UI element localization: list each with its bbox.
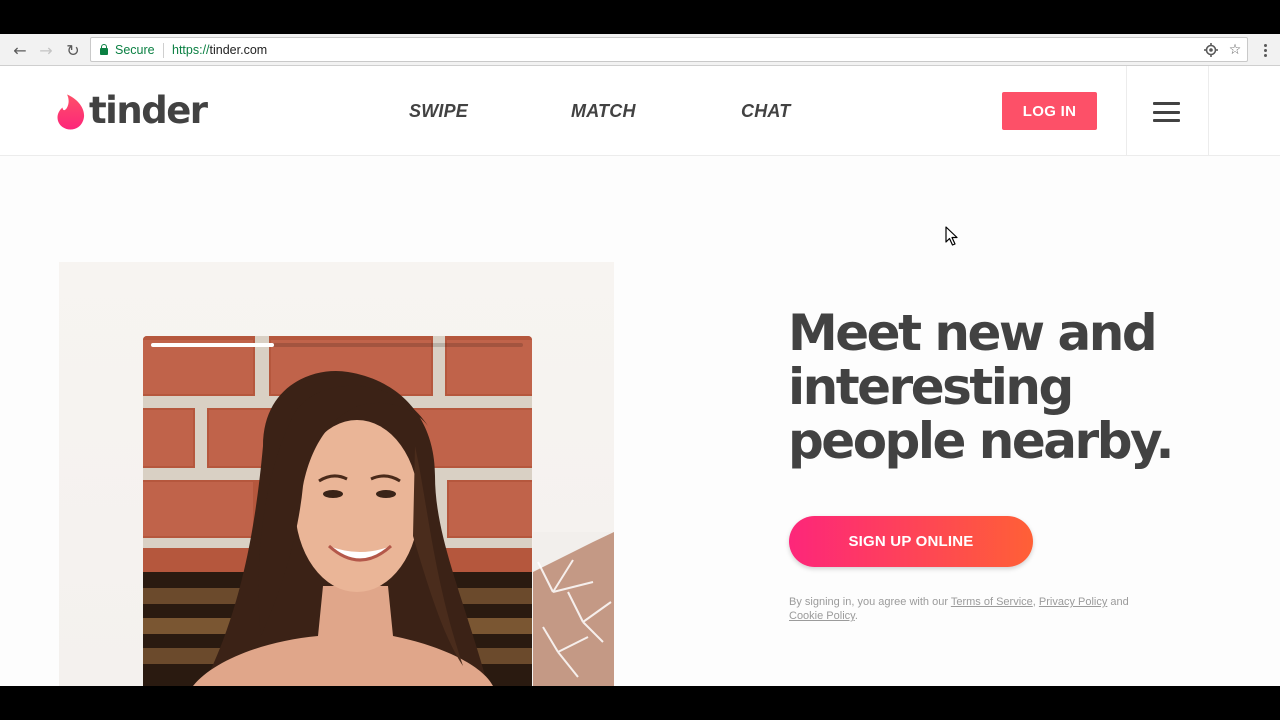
legal-disclaimer: By signing in, you agree with our Terms …: [789, 595, 1149, 623]
headline-line: people nearby.: [788, 412, 1175, 470]
profile-card-photo: [143, 336, 532, 686]
photo-progress-bar: [151, 343, 523, 347]
hero-image: [59, 262, 614, 686]
address-bar[interactable]: Secure https://tinder.com ☆: [90, 37, 1248, 62]
legal-suffix: .: [854, 610, 858, 622]
letterbox-top: [0, 0, 1280, 34]
logo-text: tinder: [89, 88, 208, 132]
letterbox-bottom: [0, 686, 1280, 720]
flame-icon: [57, 94, 85, 130]
nav-match[interactable]: MATCH: [571, 101, 636, 122]
lock-icon: [100, 44, 108, 55]
login-button[interactable]: LOG IN: [1002, 92, 1097, 130]
reload-icon[interactable]: ↻: [63, 40, 83, 60]
web-page: tinder SWIPE MATCH CHAT LOG IN Meet new …: [0, 66, 1280, 686]
terms-of-service-link[interactable]: Terms of Service: [951, 596, 1033, 608]
site-header: tinder SWIPE MATCH CHAT LOG IN: [0, 66, 1280, 156]
location-icon[interactable]: [1202, 41, 1220, 59]
palm-tree-graphic: [533, 532, 614, 686]
forward-arrow-icon[interactable]: →: [36, 40, 56, 60]
url-host: tinder.com: [209, 43, 268, 57]
mouse-cursor-icon: [945, 226, 958, 246]
sign-up-online-button[interactable]: SIGN UP ONLINE: [789, 516, 1033, 567]
url-text[interactable]: https://tinder.com: [172, 43, 267, 57]
headline-line: interesting: [788, 358, 1074, 416]
cookie-policy-link[interactable]: Cookie Policy: [789, 610, 855, 622]
privacy-policy-link[interactable]: Privacy Policy: [1039, 596, 1107, 608]
nav-swipe[interactable]: SWIPE: [409, 101, 468, 122]
legal-prefix: By signing in, you agree with our: [789, 596, 951, 608]
star-icon[interactable]: ☆: [1226, 41, 1244, 59]
headline-line: Meet new and: [788, 304, 1158, 362]
header-divider: [1126, 66, 1127, 156]
secure-label: Secure: [115, 43, 155, 57]
omnibox-separator: [163, 43, 164, 58]
menu-dots-icon[interactable]: [1257, 40, 1273, 60]
hamburger-menu-icon[interactable]: [1153, 102, 1180, 122]
tinder-logo[interactable]: tinder: [56, 88, 208, 132]
legal-and: and: [1107, 596, 1129, 608]
url-scheme: https://: [172, 43, 210, 57]
hero-headline: Meet new and interesting people nearby.: [788, 306, 1208, 468]
nav-chat[interactable]: CHAT: [741, 101, 790, 122]
header-divider: [1208, 66, 1209, 156]
browser-toolbar: ← → ↻ Secure https://tinder.com ☆: [0, 34, 1280, 66]
back-arrow-icon[interactable]: ←: [10, 40, 30, 60]
